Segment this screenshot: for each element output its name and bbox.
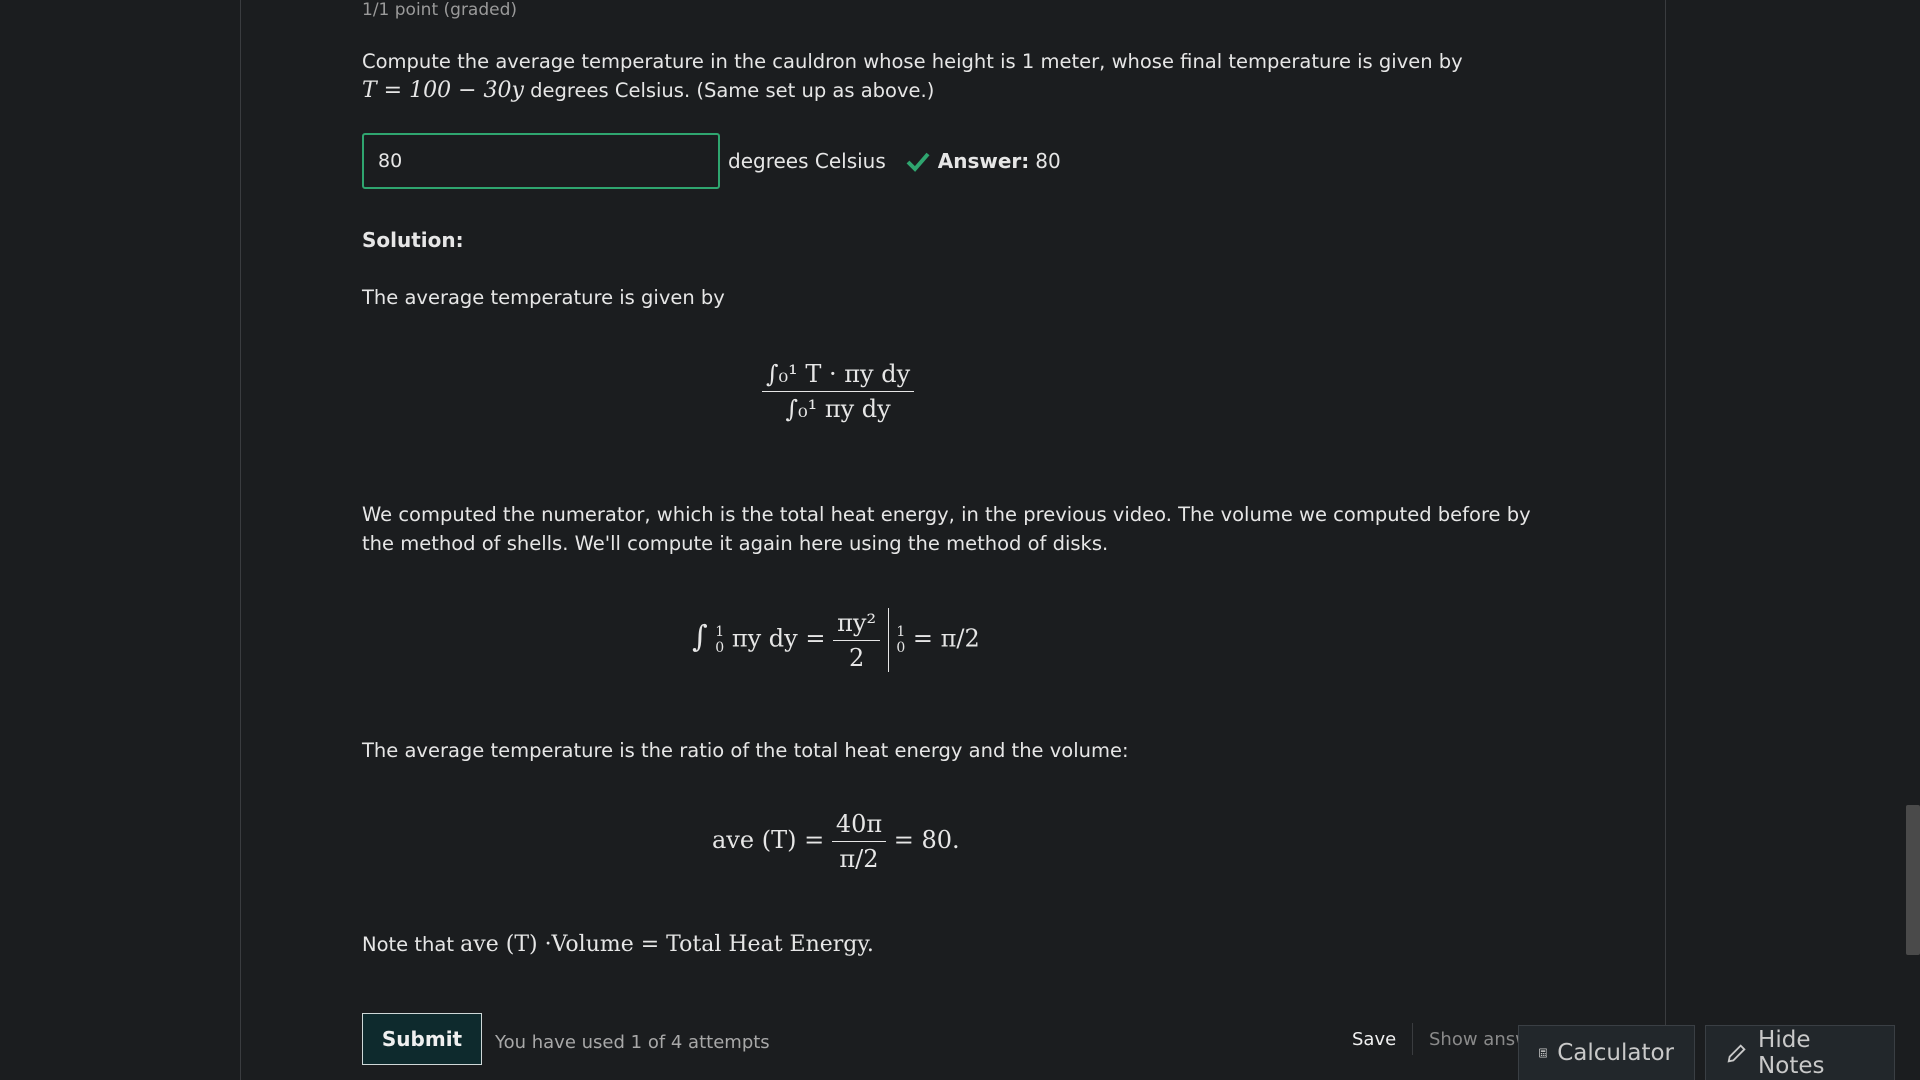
- average-fraction: ∫₀¹ T · πy dy ∫₀¹ πy dy: [762, 360, 915, 423]
- equation-volume: ∫ 10 πy dy = πy² 2 10 = π/2: [692, 608, 980, 672]
- average-numerator: ∫₀¹ T · πy dy: [762, 360, 915, 392]
- answer-label: Answer:: [937, 149, 1030, 173]
- integral-upper: 1: [715, 624, 725, 640]
- note-formula: ave (T) ·Volume = Total Heat Energy.: [460, 932, 874, 957]
- solution-title: Solution:: [362, 228, 464, 252]
- question-text: Compute the average temperature in the c…: [362, 47, 1482, 105]
- submit-button[interactable]: Submit: [362, 1013, 482, 1065]
- grade-status: 1/1 point (graded): [362, 0, 518, 20]
- equation-average-result: ave (T) = 40π π/2 = 80.: [712, 810, 960, 873]
- answer-input[interactable]: [362, 133, 720, 189]
- note-prefix: Note that: [362, 933, 461, 956]
- answer-value: 80: [1035, 149, 1061, 173]
- average-denominator: ∫₀¹ πy dy: [785, 395, 891, 423]
- volume-fraction-denominator: 2: [848, 643, 865, 672]
- average-result-fraction: 40π π/2: [831, 810, 887, 873]
- evaluation-upper: 1: [896, 624, 906, 640]
- question-text-part1: Compute the average temperature in the c…: [362, 50, 1463, 73]
- evaluation-limits: 10: [896, 624, 905, 656]
- calculator-button[interactable]: Calculator: [1518, 1025, 1695, 1080]
- scrollbar-thumb[interactable]: [1906, 805, 1920, 955]
- average-result-denominator: π/2: [839, 845, 879, 873]
- calculator-icon: [1539, 1048, 1548, 1058]
- answer-row: degrees Celsius Answer: 80: [362, 132, 1061, 190]
- pencil-icon: [1727, 1044, 1746, 1063]
- action-divider: [1412, 1023, 1413, 1055]
- volume-result: = π/2: [912, 624, 980, 653]
- volume-fraction-numerator: πy²: [833, 609, 881, 641]
- average-lhs: ave (T) =: [712, 826, 825, 854]
- integral-limits: 10: [715, 624, 724, 656]
- volume-fraction: πy² 2: [833, 609, 881, 672]
- solution-paragraph-1: The average temperature is given by: [362, 286, 725, 309]
- hide-notes-label: Hide Notes: [1758, 1027, 1825, 1079]
- solution-note: Note that ave (T) ·Volume = Total Heat E…: [362, 930, 1532, 959]
- attempts-text: You have used 1 of 4 attempts: [495, 1032, 770, 1053]
- solution-paragraph-2: We computed the numerator, which is the …: [362, 503, 1531, 555]
- question-formula: T = 100 − 30y: [362, 78, 524, 103]
- calculator-label: Calculator: [1557, 1040, 1674, 1066]
- check-icon: [906, 152, 930, 172]
- average-result-numerator: 40π: [831, 810, 887, 842]
- answer-unit: degrees Celsius: [728, 149, 886, 173]
- average-result-value: = 80.: [893, 826, 960, 854]
- show-answer-button[interactable]: Show answer: [1429, 1029, 1525, 1050]
- hide-notes-button[interactable]: Hide Notes: [1705, 1025, 1895, 1080]
- solution-paragraph-3: The average temperature is the ratio of …: [362, 739, 1129, 762]
- question-text-part2: degrees Celsius. (Same set up as above.): [523, 79, 935, 102]
- equation-average-temperature: ∫₀¹ T · πy dy ∫₀¹ πy dy: [762, 360, 915, 423]
- integral-lower: 0: [715, 640, 725, 656]
- integral-sign: ∫: [692, 619, 708, 655]
- volume-integrand: πy dy =: [731, 624, 826, 653]
- evaluation-lower: 0: [896, 640, 906, 656]
- evaluation-bar: [887, 608, 889, 672]
- save-button[interactable]: Save: [1352, 1029, 1396, 1050]
